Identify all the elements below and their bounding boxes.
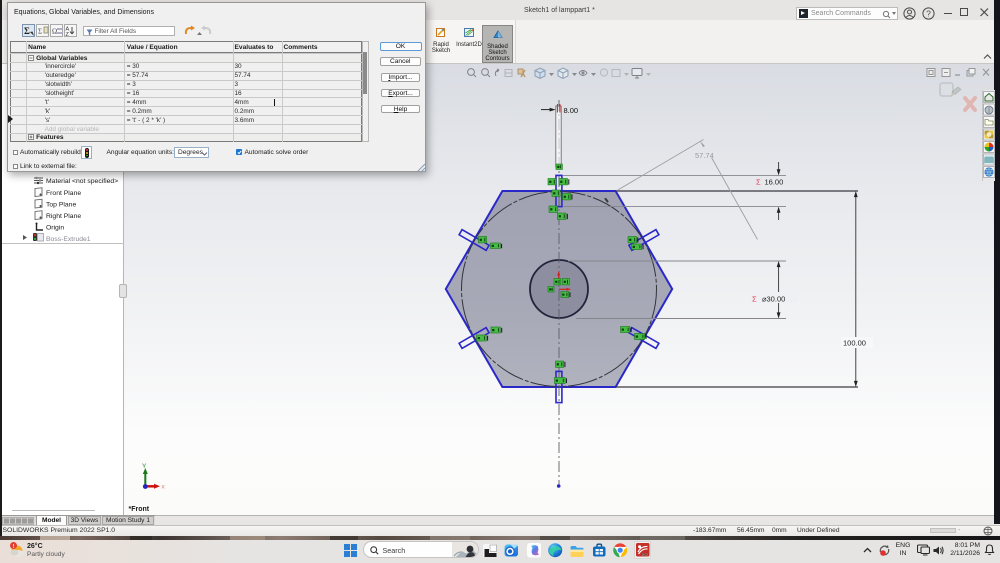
svg-text:Right Plane: Right Plane (46, 213, 81, 220)
svg-text:!: ! (13, 543, 15, 549)
svg-text:Ω: Ω (52, 28, 57, 36)
svg-text:Top Plane: Top Plane (46, 202, 76, 209)
svg-text:Σ: Σ (24, 26, 30, 36)
svg-text:Material <not specified>: Material <not specified> (46, 178, 118, 185)
svg-text:?: ? (926, 8, 931, 18)
svg-text:2022: 2022 (642, 552, 649, 556)
svg-text:Boss-Extrude1: Boss-Extrude1 (46, 236, 91, 243)
svg-text:Front Plane: Front Plane (46, 190, 81, 197)
svg-text:Σ: Σ (38, 28, 42, 36)
svg-text:Origin: Origin (46, 225, 64, 232)
